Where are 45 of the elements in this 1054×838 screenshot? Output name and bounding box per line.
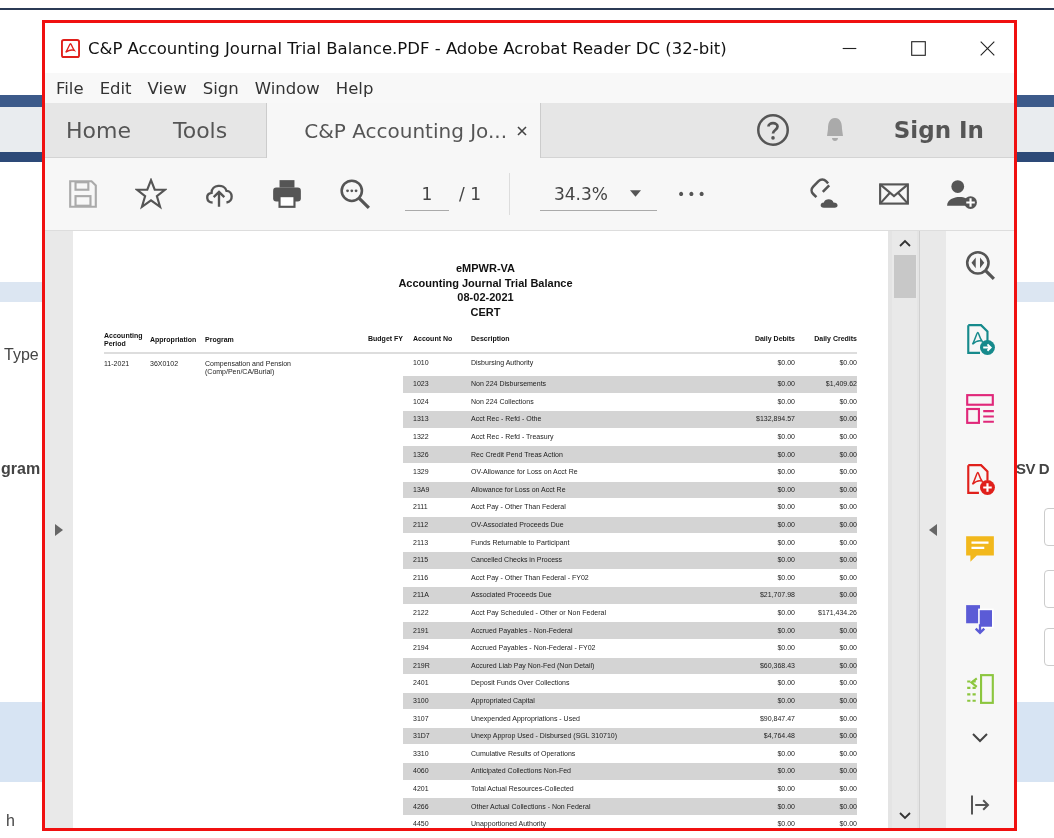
tab[interactable]: Home xyxy=(45,103,152,157)
chevron-down-icon[interactable] xyxy=(972,733,988,743)
report-title: Accounting Journal Trial Balance xyxy=(398,275,573,290)
star-icon[interactable] xyxy=(135,178,167,210)
report-title: 08-02-2021 xyxy=(457,290,514,305)
tab[interactable]: C&P Accounting Jo... xyxy=(266,103,542,158)
background-text: SV D xyxy=(1016,460,1049,477)
exit-arrow-icon[interactable] xyxy=(968,793,992,817)
background-text: Type xyxy=(4,346,39,364)
more-button[interactable]: ••• xyxy=(676,186,708,202)
caret-icon xyxy=(629,190,641,197)
window-title: C&P Accounting Journal Trial Balance.PDF - Adobe Acrobat Reader DC (32-bit) xyxy=(88,38,727,58)
maximize-icon[interactable] xyxy=(910,39,927,57)
background-text: gram xyxy=(1,460,41,478)
zoom-icon[interactable] xyxy=(964,249,996,281)
scroll-thumb[interactable] xyxy=(893,255,916,298)
menu-item[interactable]: Edit xyxy=(99,78,132,98)
page-count: / 1 xyxy=(459,184,481,204)
menu-item[interactable]: View xyxy=(147,78,187,98)
collapse-panel-icon[interactable] xyxy=(929,523,937,536)
help-icon[interactable] xyxy=(755,113,790,147)
add-user-icon[interactable] xyxy=(946,178,978,210)
zoom-dropdown[interactable]: 34.3% xyxy=(539,177,657,211)
scroll-down-icon[interactable] xyxy=(898,812,911,820)
menu-item[interactable]: Sign xyxy=(202,78,239,98)
tab[interactable]: Tools xyxy=(151,103,249,157)
create-pdf-icon[interactable] xyxy=(964,463,996,495)
pdf-file-icon xyxy=(61,38,80,58)
menu-item[interactable]: Window xyxy=(254,78,320,98)
export-pdf-icon[interactable] xyxy=(964,323,996,355)
report-title: CERT xyxy=(470,304,501,319)
print-icon[interactable] xyxy=(271,178,303,210)
sign-in-link[interactable]: Sign In xyxy=(893,117,984,143)
scroll-up-icon[interactable] xyxy=(898,239,911,247)
menu-item[interactable]: File xyxy=(56,78,84,98)
close-icon[interactable] xyxy=(979,39,996,57)
report-title: eMPWR-VA xyxy=(455,261,516,276)
expand-panel-icon[interactable] xyxy=(55,523,63,536)
menu-item[interactable]: Help xyxy=(335,78,374,98)
search-icon[interactable] xyxy=(339,178,371,210)
page-number-field[interactable]: 1 xyxy=(405,177,449,211)
form-layout-icon[interactable] xyxy=(964,393,996,425)
combine-files-icon[interactable] xyxy=(964,603,996,635)
background-text: h xyxy=(6,812,15,830)
close-icon[interactable] xyxy=(517,125,528,136)
